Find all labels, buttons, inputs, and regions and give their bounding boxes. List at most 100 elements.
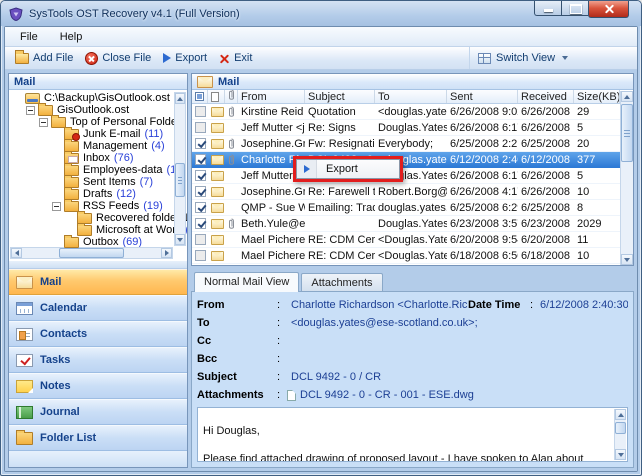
nav-item-mail[interactable]: Mail [9, 269, 187, 295]
column-header[interactable]: From [238, 90, 305, 103]
nav-item-journal[interactable]: Journal [9, 399, 187, 425]
select-all-header[interactable] [192, 90, 208, 103]
tree-item[interactable]: Management (4) [11, 140, 187, 152]
grid-vertical-scrollbar[interactable] [620, 91, 633, 265]
scroll-up-icon[interactable] [175, 93, 185, 104]
menu-file[interactable]: File [11, 29, 47, 45]
nav-item-label: Folder List [40, 432, 96, 444]
mail-row[interactable]: Charlotte Rich... DCL 9492 - 0 / CR <dou… [192, 152, 620, 168]
column-header[interactable]: Sent [447, 90, 518, 103]
column-header[interactable]: Size(KB) [574, 90, 620, 103]
body-vertical-scrollbar[interactable] [614, 409, 626, 460]
nav-item-calendar[interactable]: Calendar [9, 295, 187, 321]
body-scroll-thumb[interactable] [615, 422, 626, 434]
mail-row[interactable]: Jeff Mutter <je... Re: Signs Douglas.Yat… [192, 120, 620, 136]
row-checkbox[interactable] [195, 138, 206, 149]
detail-tab[interactable]: Attachments [301, 273, 382, 291]
nav-item-label: Calendar [40, 302, 87, 314]
row-checkbox[interactable] [195, 106, 206, 117]
mail-row[interactable]: Jeff Mutter <je... Douglas.Yates... 6/26… [192, 168, 620, 184]
tree-item[interactable]: Employees-data (11) [11, 164, 187, 176]
tree-item[interactable]: Recovered folder 1 (1 [11, 212, 187, 224]
panel-splitter[interactable] [9, 260, 187, 269]
tree-item[interactable]: Drafts (12) [11, 188, 187, 200]
cell-received: 6/26/2008 ... [518, 120, 574, 135]
detail-content: FromCharlotte Richardson <Charlotte.Rich… [191, 291, 634, 468]
mail-row[interactable]: Josephine.Gri... Re: Farewell to... Robe… [192, 184, 620, 200]
minimize-button[interactable] [534, 1, 561, 16]
nav-item-tasks[interactable]: Tasks [9, 347, 187, 373]
detail-tab[interactable]: Normal Mail View [194, 272, 299, 292]
mail-row[interactable]: QMP - Sue War... Emailing: Tradi... doug… [192, 200, 620, 216]
mail-row[interactable]: Beth.Yule@ese... Douglas.Yates... 6/23/2… [192, 216, 620, 232]
mail-list-title: Mail [218, 76, 239, 88]
collapse-expander-icon[interactable] [39, 118, 48, 127]
cell-sent: 6/20/2008 9:54:... [447, 232, 518, 247]
envelope-icon [211, 171, 224, 181]
collapse-expander-icon[interactable] [52, 202, 61, 211]
grid-scroll-thumb[interactable] [621, 104, 633, 162]
column-header[interactable]: Subject [305, 90, 375, 103]
tree-item[interactable]: Top of Personal Folders (0) [11, 116, 187, 128]
scroll-down-icon[interactable] [615, 449, 626, 460]
toolbar-button[interactable]: Exit [213, 50, 258, 66]
row-checkbox[interactable] [195, 154, 206, 165]
scroll-up-icon[interactable] [621, 91, 633, 102]
column-header[interactable]: To [375, 90, 447, 103]
scroll-right-icon[interactable] [161, 248, 172, 258]
toolbar-button[interactable]: Close File [79, 50, 157, 67]
toolbar-button[interactable]: Add File [9, 50, 79, 66]
mail-body[interactable]: Hi Douglas, Please find attached drawing… [197, 407, 628, 462]
title-bar[interactable]: SysTools OST Recovery v4.1 (Full Version… [1, 1, 641, 26]
field-label: Cc [197, 335, 277, 347]
mail-row[interactable]: Kirstine Reid <... Quotation <douglas.ya… [192, 104, 620, 120]
left-panel-header: Mail [9, 74, 187, 90]
field-value: Charlotte Richardson <Charlotte.Richards… [291, 299, 468, 311]
tree-item[interactable]: Sent Items (7) [11, 176, 187, 188]
row-checkbox[interactable] [195, 186, 206, 197]
scroll-left-icon[interactable] [11, 248, 22, 258]
nav-item-notes[interactable]: Notes [9, 373, 187, 399]
switch-view-button[interactable]: Switch View [469, 47, 633, 69]
collapse-expander-icon[interactable] [26, 106, 35, 115]
nav-item-folderlist[interactable]: Folder List [9, 425, 187, 451]
maximize-button[interactable] [561, 1, 588, 16]
menu-help[interactable]: Help [51, 29, 92, 45]
scroll-up-icon[interactable] [615, 409, 626, 420]
row-checkbox[interactable] [195, 202, 206, 213]
scroll-down-icon[interactable] [175, 234, 185, 245]
row-checkbox[interactable] [195, 250, 206, 261]
tree-item[interactable]: GisOutlook.ost [11, 104, 187, 116]
item-type-header[interactable] [208, 90, 225, 103]
mail-row[interactable]: Josephine.Gri... Fw: Resignatio... Every… [192, 136, 620, 152]
tree-item[interactable]: Inbox (76) [11, 152, 187, 164]
tree-scroll-thumb[interactable] [175, 163, 185, 197]
column-header[interactable]: Received [518, 90, 574, 103]
row-checkbox[interactable] [195, 122, 206, 133]
scroll-down-icon[interactable] [621, 254, 633, 265]
tree-item[interactable]: Junk E-mail (11) [11, 128, 187, 140]
toolbar-button[interactable]: Export [157, 50, 213, 66]
attachment-header[interactable] [225, 90, 238, 103]
tree-vertical-scrollbar[interactable] [174, 92, 186, 246]
tree-hscroll-thumb[interactable] [59, 248, 123, 258]
nav-item-contacts[interactable]: Contacts [9, 321, 187, 347]
row-checkbox[interactable] [195, 170, 206, 181]
mail-row[interactable]: Mael Pichereau... RE: CDM Certifi... <Do… [192, 232, 620, 248]
tree-item[interactable]: RSS Feeds (19) [11, 200, 187, 212]
cell-size: 5 [574, 120, 586, 135]
context-menu-export-item[interactable]: Export [317, 163, 358, 175]
tree-item[interactable]: Microsoft at Work (28 [11, 224, 187, 236]
row-checkbox[interactable] [195, 218, 206, 229]
tree-item-label: Management [83, 140, 147, 152]
cell-received: 6/23/2008 ... [518, 216, 574, 231]
folder-tree: C:\Backup\GisOutlook.ost GisOutlook.ost … [9, 90, 187, 260]
cell-received: 6/26/2008 ... [518, 184, 574, 199]
row-checkbox[interactable] [195, 234, 206, 245]
cell-size: 10 [574, 184, 592, 199]
envelope-icon [211, 219, 224, 229]
close-button[interactable] [588, 1, 629, 18]
tree-horizontal-scrollbar[interactable] [10, 247, 173, 259]
mail-row[interactable]: Mael Pichereau... RE: CDM Certifi... <Do… [192, 248, 620, 264]
tasks-icon [16, 354, 33, 367]
